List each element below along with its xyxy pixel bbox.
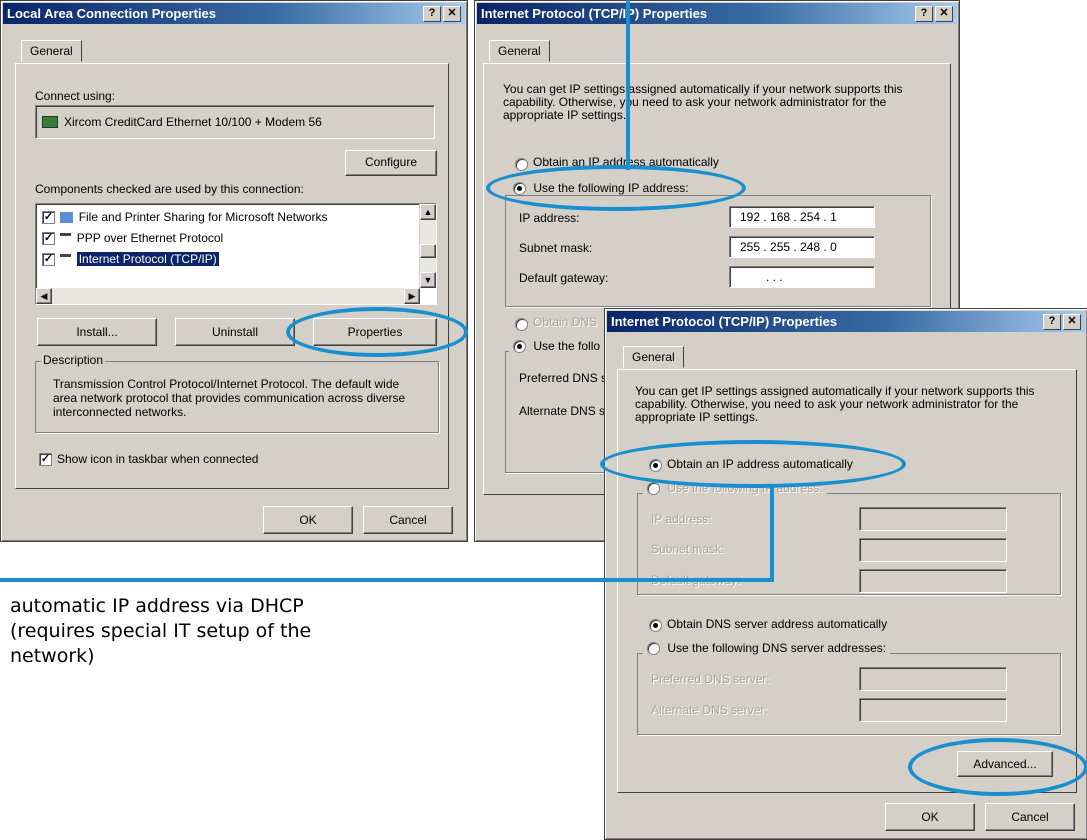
default-gateway-field[interactable]: . . . (729, 266, 875, 288)
list-item[interactable]: ✓ Internet Protocol (TCP/IP) (42, 252, 219, 267)
obtain-dns-auto-label: Obtain DNS server address automatically (667, 617, 888, 631)
alternate-dns-label: Alternate DNS s (519, 404, 606, 418)
share-icon (60, 212, 74, 224)
preferred-dns-label: Preferred DNS server: (651, 672, 770, 686)
cancel-button[interactable]: Cancel (363, 506, 453, 534)
preferred-dns-label: Preferred DNS s (519, 371, 608, 385)
horizontal-scrollbar[interactable]: ◀ ▶ (36, 288, 420, 304)
dialog-title: Local Area Connection Properties (7, 6, 217, 21)
ip-address-field[interactable] (859, 507, 1007, 531)
description-text: Transmission Control Protocol/Internet P… (53, 377, 406, 419)
scroll-down-arrow-icon[interactable]: ▼ (420, 272, 436, 288)
ip-address-field[interactable]: 192 . 168 . 254 . 1 (729, 206, 875, 228)
component-label: File and Printer Sharing for Microsoft N… (78, 210, 328, 224)
obtain-dns-auto-radio[interactable] (515, 318, 528, 331)
obtain-dns-auto-radio[interactable] (649, 619, 662, 632)
use-following-dns-label: Use the follo (533, 339, 601, 353)
component-checkbox[interactable]: ✓ (42, 232, 55, 246)
component-label: Internet Protocol (TCP/IP) (76, 252, 219, 266)
default-gateway-label: Default gateway: (519, 271, 609, 285)
subnet-mask-label: Subnet mask: (651, 542, 725, 556)
dialog-title: Internet Protocol (TCP/IP) Properties (481, 6, 708, 21)
uninstall-button[interactable]: Uninstall (175, 318, 295, 346)
component-checkbox[interactable]: ✓ (42, 211, 55, 225)
tab-general[interactable]: General (623, 346, 684, 368)
network-card-icon (42, 116, 58, 128)
vertical-scrollbar[interactable]: ▲ ▼ (419, 204, 436, 288)
intro-text: You can get IP settings assigned automat… (635, 384, 1035, 424)
default-gateway-field[interactable] (859, 569, 1007, 593)
configure-button[interactable]: Configure (345, 150, 437, 176)
obtain-dns-auto-label: Obtain DNS (533, 315, 598, 329)
highlight-obtain-auto-ring (600, 440, 906, 488)
tab-general[interactable]: General (489, 40, 550, 62)
ip-address-value: 192 . 168 . 254 . 1 (740, 210, 837, 224)
subnet-mask-field[interactable]: 255 . 255 . 248 . 0 (729, 236, 875, 258)
component-checkbox[interactable]: ✓ (42, 253, 55, 267)
ip-address-label: IP address: (651, 512, 712, 526)
local-area-connection-dialog: Local Area Connection Properties ? ✕ Gen… (0, 0, 468, 542)
use-following-ip-radio[interactable] (647, 482, 660, 496)
adapter-name: Xircom CreditCard Ethernet 10/100 + Mode… (64, 115, 322, 129)
subnet-mask-field[interactable] (859, 538, 1007, 562)
help-button[interactable]: ? (915, 6, 933, 22)
use-following-dns-label: Use the following DNS server addresses: (667, 641, 887, 655)
connector-line-top (626, 0, 630, 170)
close-button[interactable]: ✕ (1063, 314, 1081, 330)
close-button[interactable]: ✕ (935, 6, 953, 22)
highlight-properties-ring (286, 307, 468, 357)
description-legend: Description (41, 353, 106, 367)
subnet-mask-value: 255 . 255 . 248 . 0 (740, 240, 837, 254)
scroll-thumb[interactable] (420, 244, 436, 258)
ok-button[interactable]: OK (885, 803, 975, 831)
connect-using-label: Connect using: (35, 89, 116, 103)
annotation-text: automatic IP address via DHCP (requires … (10, 595, 312, 667)
help-button[interactable]: ? (423, 6, 441, 22)
subnet-mask-label: Subnet mask: (519, 241, 593, 255)
protocol-icon (60, 233, 72, 244)
connector-line-vertical (770, 486, 774, 582)
use-following-dns-radio[interactable] (647, 642, 660, 656)
use-following-dns-option[interactable]: Use the follo (509, 339, 605, 354)
close-button[interactable]: ✕ (443, 6, 461, 22)
scroll-left-arrow-icon[interactable]: ◀ (36, 288, 52, 304)
components-list[interactable]: ✓ File and Printer Sharing for Microsoft… (35, 203, 437, 305)
highlight-advanced-ring (908, 738, 1087, 796)
preferred-dns-field[interactable] (859, 667, 1007, 691)
protocol-icon (60, 254, 72, 265)
alternate-dns-label: Alternate DNS server: (651, 703, 768, 717)
scroll-right-arrow-icon[interactable]: ▶ (404, 288, 420, 304)
adapter-field: Xircom CreditCard Ethernet 10/100 + Mode… (35, 105, 435, 139)
intro-text: You can get IP settings assigned automat… (503, 82, 903, 122)
alternate-dns-field[interactable] (859, 698, 1007, 722)
connector-line-horizontal (0, 578, 774, 582)
show-icon-label: Show icon in taskbar when connected (57, 452, 259, 466)
list-item[interactable]: ✓ File and Printer Sharing for Microsoft… (42, 210, 328, 225)
scroll-up-arrow-icon[interactable]: ▲ (420, 204, 436, 220)
static-dns-group (637, 653, 1061, 735)
dialog-title: Internet Protocol (TCP/IP) Properties (611, 314, 838, 329)
list-item[interactable]: ✓ PPP over Ethernet Protocol (42, 231, 224, 246)
component-label: PPP over Ethernet Protocol (76, 231, 224, 245)
install-button[interactable]: Install... (37, 318, 157, 346)
ok-button[interactable]: OK (263, 506, 353, 534)
default-gateway-value: . . . (766, 270, 783, 284)
show-icon-checkbox[interactable]: ✓ (39, 453, 52, 466)
use-following-dns-radio[interactable] (513, 340, 526, 354)
help-button[interactable]: ? (1043, 314, 1061, 330)
use-following-dns-option[interactable]: Use the following DNS server addresses: (643, 641, 891, 656)
components-label: Components checked are used by this conn… (35, 182, 304, 196)
tab-general[interactable]: General (21, 40, 82, 62)
cancel-button[interactable]: Cancel (985, 803, 1075, 831)
obtain-ip-auto-radio[interactable] (515, 158, 528, 171)
ip-address-label: IP address: (519, 211, 580, 225)
dialog-titlebar: Local Area Connection Properties ? ✕ (3, 3, 465, 24)
highlight-use-following-ring (486, 165, 746, 211)
dialog-titlebar: Internet Protocol (TCP/IP) Properties ? … (477, 3, 957, 24)
dialog-titlebar: Internet Protocol (TCP/IP) Properties ? … (607, 311, 1085, 332)
